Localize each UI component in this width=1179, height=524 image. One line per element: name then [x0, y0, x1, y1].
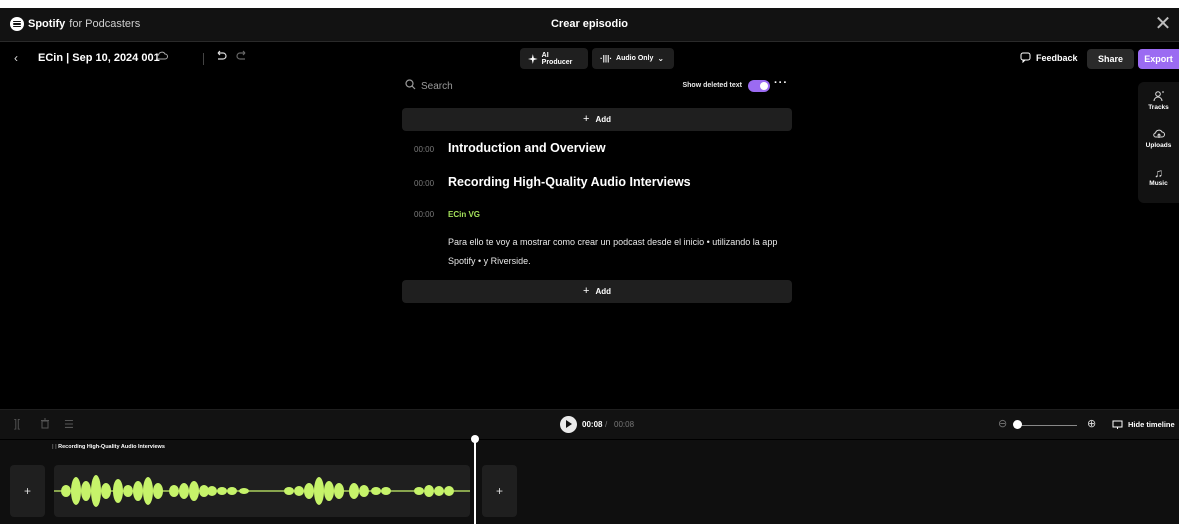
cloud-upload-icon: [1138, 128, 1179, 142]
total-time: 00:08: [614, 420, 635, 429]
zoom-in-icon[interactable]: ⊕: [1087, 417, 1096, 430]
add-label: Add: [595, 115, 611, 124]
episode-name[interactable]: ECin | Sep 10, 2024 001: [38, 52, 160, 64]
play-button[interactable]: [560, 416, 577, 433]
audio-mode-label: Audio Only: [616, 55, 654, 62]
chapter-title[interactable]: Recording High-Quality Audio Interviews: [448, 175, 691, 189]
audio-mode-dropdown[interactable]: ·|||· Audio Only ⌄: [592, 48, 674, 69]
undo-icon[interactable]: [215, 50, 227, 65]
toolbar-divider: [203, 53, 204, 65]
more-options-icon[interactable]: ···: [774, 77, 788, 89]
trash-icon[interactable]: [40, 418, 50, 432]
window-top-edge: [0, 0, 1179, 8]
timeline-icon: [1112, 420, 1123, 429]
show-deleted-label: Show deleted text: [682, 82, 742, 89]
music-note-icon: ♫: [1154, 166, 1163, 180]
feedback-label: Feedback: [1036, 52, 1078, 63]
add-segment-button-top[interactable]: + Add: [402, 108, 792, 131]
feedback-button[interactable]: Feedback: [1020, 52, 1078, 63]
ai-producer-button[interactable]: AI Producer: [520, 48, 588, 69]
playhead-handle[interactable]: [471, 435, 479, 443]
audio-waveform: [54, 475, 470, 507]
window-title: Crear episodio: [550, 18, 629, 30]
track-title: | | Recording High-Quality Audio Intervi…: [52, 444, 165, 450]
segment-time: 00:00: [414, 145, 435, 154]
current-time: 00:08: [582, 420, 603, 429]
chapter-heading[interactable]: 00:00 Recording High-Quality Audio Inter…: [414, 175, 691, 189]
sparkle-icon: [528, 53, 538, 64]
search-input[interactable]: Search: [421, 81, 453, 92]
list-icon[interactable]: ☰: [64, 418, 74, 431]
audio-clip[interactable]: [54, 465, 470, 517]
segment-time: 00:00: [414, 210, 435, 219]
chevron-down-icon: ⌄: [657, 54, 665, 63]
side-item-music[interactable]: ♫ Music: [1138, 166, 1179, 187]
plus-icon: +: [583, 285, 590, 297]
close-icon[interactable]: ✕: [1153, 14, 1173, 34]
side-item-uploads[interactable]: Uploads: [1138, 128, 1179, 149]
split-icon[interactable]: ][: [14, 418, 20, 430]
playhead[interactable]: [474, 439, 476, 524]
speaker-row: 00:00 ECin VG: [414, 210, 480, 219]
zoom-slider-handle[interactable]: [1013, 420, 1022, 429]
chapter-title[interactable]: Introduction and Overview: [448, 141, 606, 155]
side-panel: Tracks Uploads ♫ Music: [1138, 82, 1179, 203]
transcript-search-row: Search Show deleted text ···: [402, 77, 792, 95]
add-clip-after-button[interactable]: +: [482, 465, 517, 517]
cloud-sync-icon: [156, 51, 168, 64]
zoom-slider-track[interactable]: [1015, 425, 1077, 426]
hide-timeline-button[interactable]: Hide timeline: [1112, 420, 1175, 430]
segment-time: 00:00: [414, 179, 435, 188]
transcript-paragraph[interactable]: Para ello te voy a mostrar como crear un…: [448, 233, 788, 271]
side-item-label: Uploads: [1145, 142, 1172, 149]
speaker-name[interactable]: ECin VG: [448, 210, 480, 219]
share-button[interactable]: Share: [1087, 49, 1134, 69]
redo-icon[interactable]: [236, 50, 248, 65]
track-title-text: Recording High-Quality Audio Interviews: [58, 444, 165, 450]
user-tracks-icon: [1138, 90, 1179, 104]
search-icon: [405, 79, 416, 93]
chapter-heading[interactable]: 00:00 Introduction and Overview: [414, 141, 606, 155]
side-item-label: Music: [1149, 180, 1168, 187]
editor-toolbar: ‹ ECin | Sep 10, 2024 001 AI Producer ·|…: [0, 43, 1179, 74]
hide-timeline-label: Hide timeline: [1128, 420, 1175, 429]
title-bar: Spotify for Podcasters Crear episodio ✕: [0, 8, 1179, 42]
add-clip-before-button[interactable]: +: [10, 465, 45, 517]
ai-producer-label: AI Producer: [541, 51, 573, 66]
back-icon[interactable]: ‹: [14, 51, 18, 65]
waveform-icon: ·|||·: [600, 54, 613, 63]
add-segment-button-bottom[interactable]: + Add: [402, 280, 792, 303]
feedback-icon: [1020, 52, 1031, 63]
time-separator: /: [605, 420, 608, 429]
timeline: | | Recording High-Quality Audio Intervi…: [0, 440, 1179, 524]
export-button[interactable]: Export: [1138, 49, 1179, 69]
show-deleted-toggle[interactable]: [748, 80, 770, 92]
transport-bar: ][ ☰ 00:08 / 00:08 ⊖ ⊕ Hide timeline: [0, 409, 1179, 439]
side-item-tracks[interactable]: Tracks: [1138, 90, 1179, 111]
zoom-out-icon[interactable]: ⊖: [998, 417, 1007, 430]
plus-icon: +: [583, 113, 590, 125]
side-item-label: Tracks: [1148, 104, 1169, 111]
add-label: Add: [595, 287, 611, 296]
